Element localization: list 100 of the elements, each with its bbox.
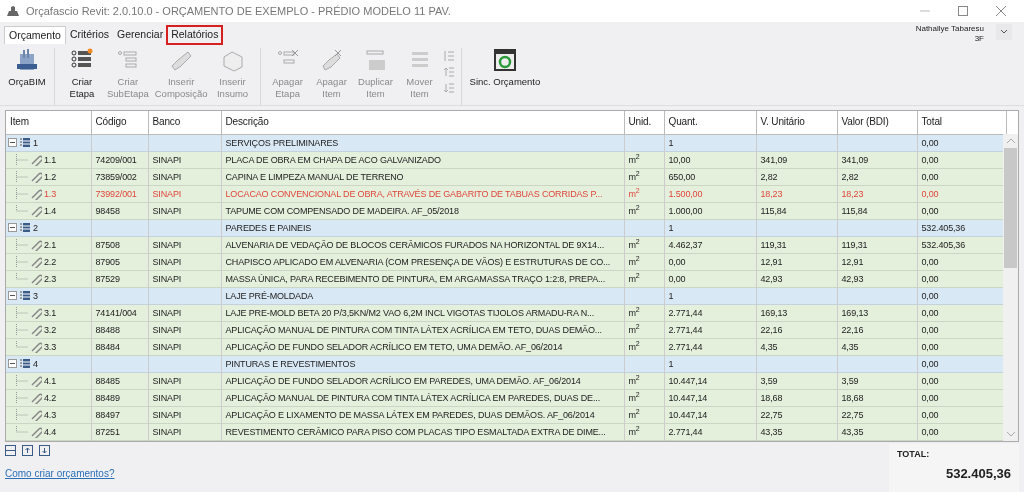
- table-cell: 0,00: [921, 324, 939, 335]
- collapse-icon[interactable]: [5, 445, 16, 456]
- table-cell: 2.771,44: [668, 341, 703, 352]
- table-cell: 0,00: [668, 256, 686, 267]
- table-cell: 73859/002: [95, 171, 137, 182]
- table-cell-text: 1.2: [44, 170, 57, 184]
- table-cell: SINAPI: [152, 188, 182, 199]
- table-cell-text: 1: [33, 136, 38, 150]
- collapse-toggle-icon[interactable]: [8, 138, 17, 147]
- tab[interactable]: Relatórios: [167, 26, 223, 44]
- table-cell: 18,68: [841, 392, 864, 403]
- tab[interactable]: Critérios: [65, 26, 114, 44]
- paperclip-icon: [30, 323, 42, 336]
- table-cell: 1.500,00: [668, 188, 703, 199]
- table-cell: PLACA DE OBRA EM CHAPA DE ACO GALVANIZADO: [225, 154, 441, 165]
- collapse-toggle-icon[interactable]: [8, 223, 17, 232]
- column-header[interactable]: Código: [91, 111, 148, 134]
- table-cell: 88485: [95, 375, 120, 386]
- table-cell: 18,23: [841, 188, 864, 199]
- close-icon[interactable]: [996, 6, 1006, 16]
- table-cell: 0,00: [921, 307, 939, 318]
- table-cell-text: 2.2: [44, 255, 57, 269]
- table-cell: m$^{2}$: [628, 256, 640, 267]
- table-cell: m$^{2}$: [628, 324, 640, 335]
- window-title: Orçafascio Revit: 2.0.10.0 - ORÇAMENTO DE EXEMPLO - PRÉDIO MODELO 11 PAV.: [26, 3, 451, 19]
- table-cell: SERVIÇOS PRELIMINARES: [225, 137, 339, 148]
- paperclip-icon: [30, 340, 42, 353]
- toolbar-button[interactable]: Criar Etapa: [61, 48, 103, 100]
- paperclip-icon: [30, 374, 42, 387]
- table-cell: 1.000,00: [668, 205, 703, 216]
- table-cell: 22,16: [841, 324, 864, 335]
- tab[interactable]: Orçamento: [4, 26, 66, 44]
- table-cell: 88488: [95, 324, 120, 335]
- arrow-up-icon: [442, 66, 455, 78]
- toolbar-button[interactable]: OrçaBIM: [6, 48, 48, 88]
- collapse-toggle-icon[interactable]: [8, 291, 17, 300]
- table-cell: CAPINA E LIMPEZA MANUAL DE TERRENO: [225, 171, 404, 182]
- tree-line: [16, 238, 28, 251]
- table-cell: 532.405,36: [921, 239, 966, 250]
- table-cell: 1: [668, 290, 674, 301]
- table-cell: APLICAÇÃO E LIXAMENTO DE MASSA LÁTEX EM PAREDES, DUAS DEMÃOS. AF_06/2014: [225, 409, 595, 420]
- table-cell: APLICAÇÃO MANUAL DE PINTURA COM TINTA LÁTEX ACRÍLICA EM PAREDES, DUAS DE...: [225, 392, 600, 403]
- column-header[interactable]: Total: [917, 111, 1006, 134]
- table-cell: SINAPI: [152, 273, 182, 284]
- table-cell: 1: [668, 137, 674, 148]
- toolbar-button[interactable]: Sinc. Orçamento: [467, 48, 543, 88]
- table-cell-text: 3.1: [44, 306, 57, 320]
- table-cell: 0,00: [921, 154, 939, 165]
- tree-line: [16, 255, 28, 268]
- table-cell: m$^{2}$: [628, 205, 640, 216]
- table-cell: m$^{2}$: [628, 392, 640, 403]
- table-cell: 10.447,14: [668, 409, 708, 420]
- table-cell: APLICAÇÃO DE FUNDO SELADOR ACRÍLICO EM PAREDES, UMA DEMÃO. AF_06/2014: [225, 375, 581, 386]
- column-header[interactable]: Quant.: [664, 111, 756, 134]
- list-icon: [19, 290, 31, 301]
- table-cell: 87529: [95, 273, 120, 284]
- table-cell: m$^{2}$: [628, 409, 640, 420]
- move-down-icon[interactable]: [39, 445, 50, 456]
- column-header[interactable]: V. Unitário: [756, 111, 837, 134]
- table-cell: SINAPI: [152, 426, 182, 437]
- move-up-icon[interactable]: [22, 445, 33, 456]
- help-link[interactable]: Como criar orçamentos?: [5, 466, 115, 481]
- table-cell: 2,82: [760, 171, 778, 182]
- total-label: TOTAL:: [897, 448, 931, 461]
- paperclip-icon: [30, 170, 42, 183]
- table-cell: 0,00: [921, 171, 939, 182]
- table-cell: REVESTIMENTO CERÂMICO PARA PISO COM PLACAS TIPO ESMALTADA EXTRA DE DIME...: [225, 426, 606, 437]
- table-cell-text: 3.2: [44, 323, 57, 337]
- app-icon: [6, 5, 20, 17]
- table-cell: 2,82: [841, 171, 859, 182]
- sync-icon: [492, 48, 517, 72]
- table-cell: 4.462,37: [668, 239, 703, 250]
- column-header[interactable]: Banco: [148, 111, 221, 134]
- table-cell: SINAPI: [152, 205, 182, 216]
- column-header[interactable]: Descrição: [221, 111, 624, 134]
- table-cell: 87905: [95, 256, 120, 267]
- scroll-thumb[interactable]: [1004, 148, 1017, 268]
- tree-line: [16, 374, 28, 387]
- table-cell: SINAPI: [152, 154, 182, 165]
- table-cell: MASSA ÚNICA, PARA RECEBIMENTO DE PINTURA, EM ARGAMASSA TRAÇO 1:2:8, PREPA...: [225, 273, 606, 284]
- column-header[interactable]: Unid.: [624, 111, 664, 134]
- table-cell: m$^{2}$: [628, 273, 640, 284]
- table-cell: SINAPI: [152, 307, 182, 318]
- table-cell: 0,00: [921, 188, 939, 199]
- table-cell: 341,09: [841, 154, 869, 165]
- column-header[interactable]: Valor (BDI): [837, 111, 917, 134]
- scrollbar[interactable]: [1003, 134, 1018, 441]
- table-cell-text: 1.1: [44, 153, 57, 167]
- column-header[interactable]: Item: [6, 111, 91, 134]
- tab[interactable]: Gerenciar: [113, 26, 168, 44]
- maximize-icon[interactable]: [958, 6, 968, 16]
- table-cell-text: 2: [33, 221, 38, 235]
- collapse-toggle-icon[interactable]: [8, 359, 17, 368]
- table-cell: 12,91: [841, 256, 864, 267]
- table-cell: 115,84: [841, 205, 868, 216]
- table-cell: 169,13: [841, 307, 869, 318]
- table-cell: 42,93: [841, 273, 864, 284]
- table-cell: 43,35: [760, 426, 783, 437]
- dropdown-button[interactable]: [996, 24, 1012, 40]
- table-cell: LAJE PRÉ-MOLDADA: [225, 290, 314, 301]
